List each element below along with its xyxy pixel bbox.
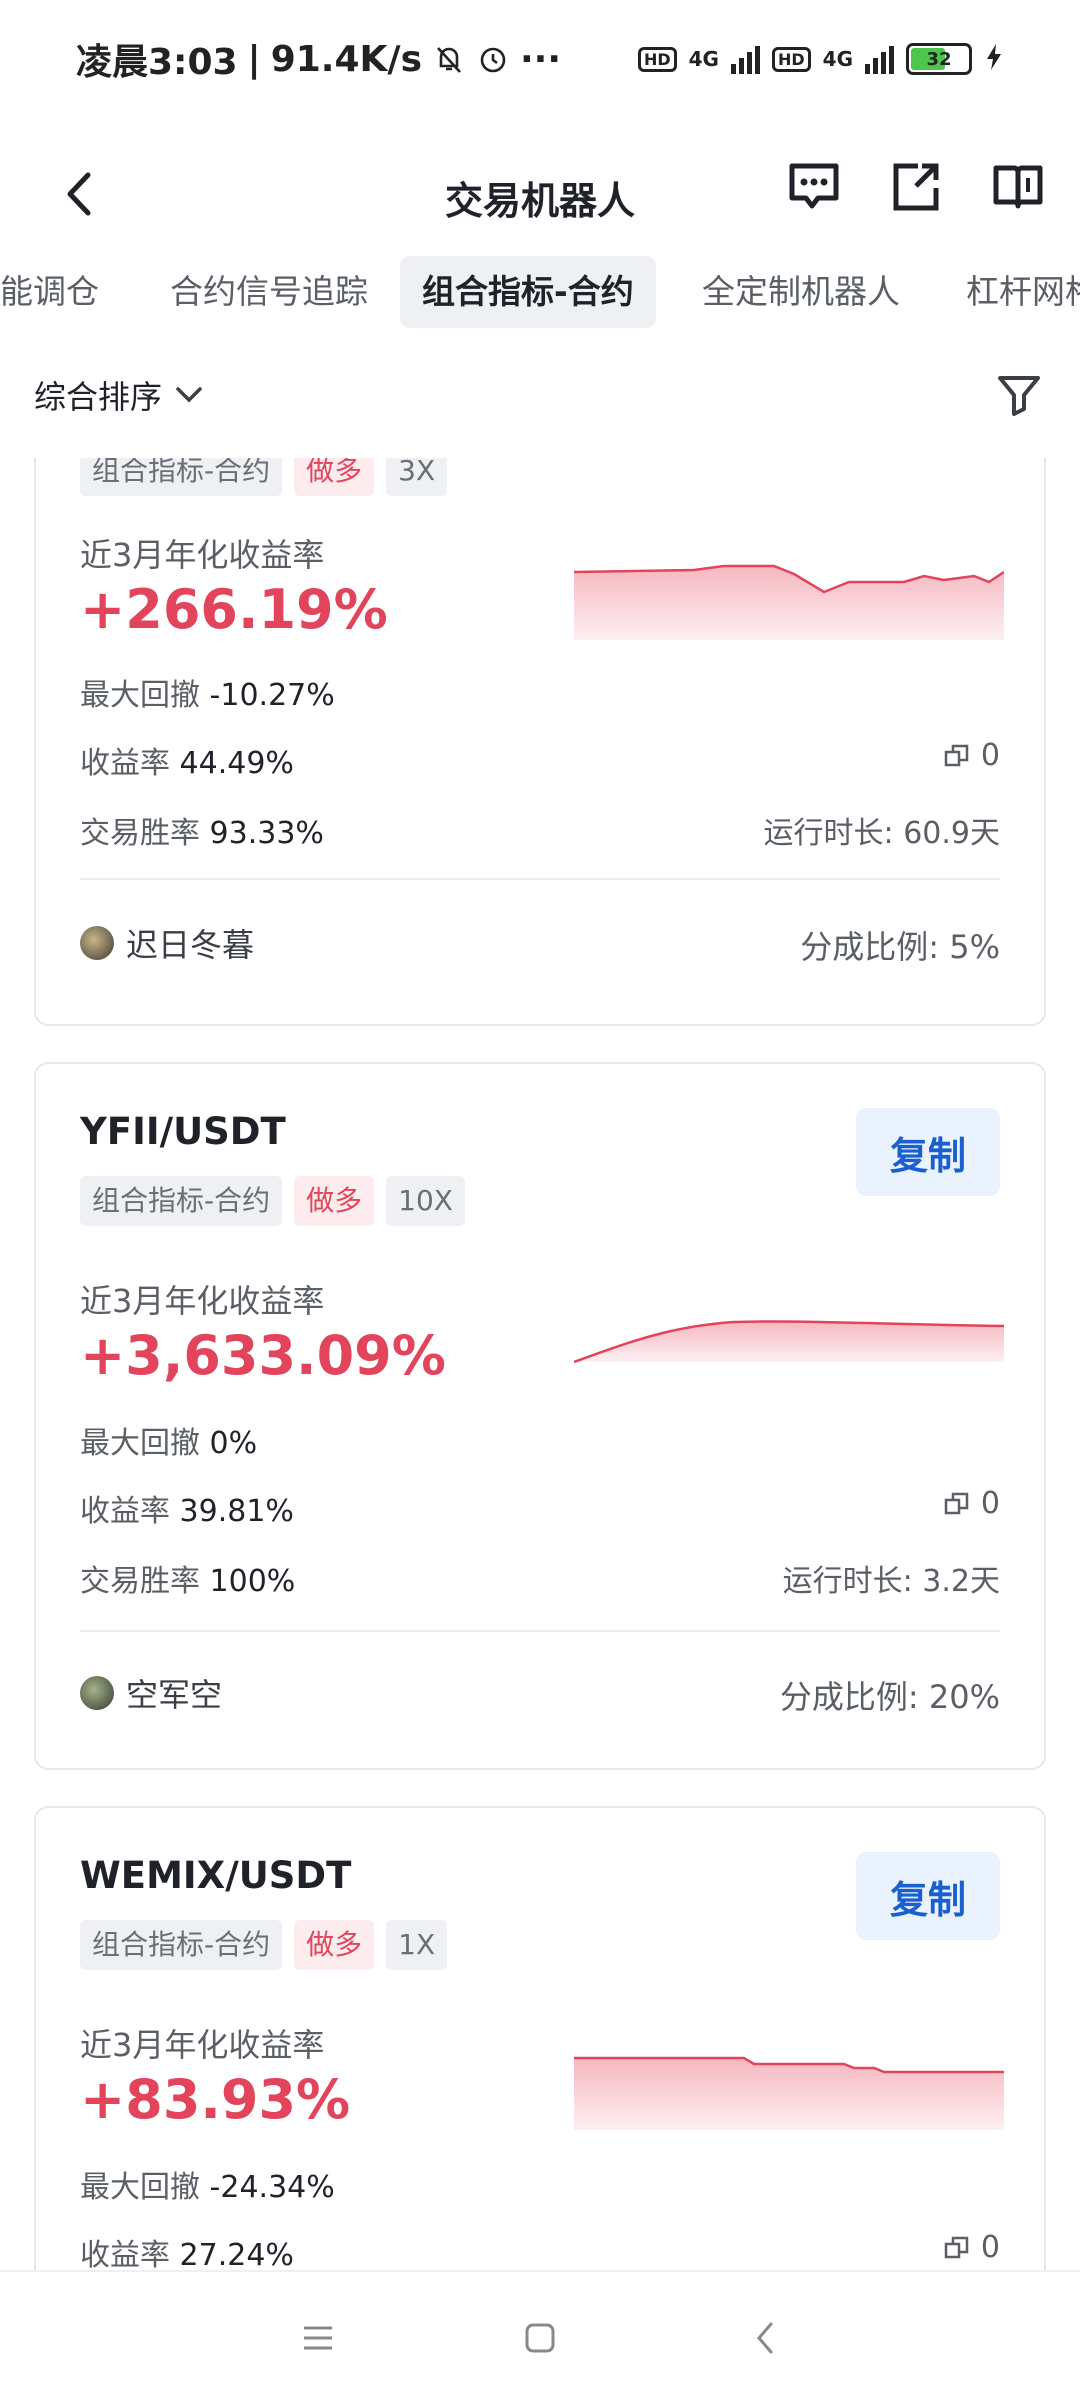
runtime: 运行时长: 60.9天 xyxy=(763,816,1000,851)
avatar xyxy=(80,926,114,960)
win-rate: 交易胜率 93.33% xyxy=(80,816,324,851)
copy-button[interactable]: 复制 xyxy=(856,1108,1000,1196)
more-icon: ··· xyxy=(520,38,562,80)
trading-pair: YFII/USDT xyxy=(80,1110,286,1153)
performance-sparkline xyxy=(574,2056,1004,2130)
performance-sparkline xyxy=(574,564,1004,640)
home-icon[interactable] xyxy=(510,2308,570,2368)
mute-bell-icon xyxy=(432,42,466,76)
owner[interactable]: 空军空 xyxy=(80,1670,222,1716)
status-bar: 凌晨3:03 | 91.4K/s ··· HD 4G HD 4G 32 xyxy=(0,0,1080,118)
system-nav-bar xyxy=(0,2270,1080,2400)
tab-smart-rebalance[interactable]: 能调仓 xyxy=(0,256,121,328)
guide-book-button[interactable] xyxy=(986,154,1050,218)
hd-icon-2: HD xyxy=(771,46,811,72)
yield-rate: 收益率 39.81% xyxy=(80,1494,294,1529)
network-label-2: 4G xyxy=(822,47,853,71)
alarm-icon xyxy=(476,42,510,76)
max-drawdown: 最大回撤 -10.27% xyxy=(80,678,335,713)
charging-icon xyxy=(984,42,1004,77)
rate-label: 近3月年化收益率 xyxy=(80,1282,325,1320)
status-time: 凌晨3:03 xyxy=(76,42,238,83)
bot-card[interactable]: YFII/USDT 复制 组合指标-合约 做多 10X 近3月年化收益率 +3,… xyxy=(34,1062,1046,1770)
copy-count-icon xyxy=(944,1492,969,1514)
tag-direction: 做多 xyxy=(294,458,375,496)
copy-count: 0 xyxy=(943,2230,1000,2265)
bot-card[interactable]: 组合指标-合约 做多 3X 近3月年化收益率 +266.19% 最大回撤 -10… xyxy=(34,458,1046,1026)
menu-icon[interactable] xyxy=(288,2308,348,2368)
performance-sparkline xyxy=(574,1320,1004,1364)
owner-name: 迟日冬暮 xyxy=(126,926,255,964)
sort-dropdown[interactable]: 综合排序 xyxy=(34,372,162,418)
bot-card[interactable]: WEMIX/USDT 复制 组合指标-合约 做多 1X 近3月年化收益率 +83… xyxy=(34,1806,1046,2270)
trading-pair: WEMIX/USDT xyxy=(80,1854,352,1897)
yield-rate: 收益率 44.49% xyxy=(80,746,294,781)
tag-row: 组合指标-合约 做多 3X xyxy=(80,458,448,496)
tag-strategy: 组合指标-合约 xyxy=(80,1920,283,1970)
yield-rate: 收益率 27.24% xyxy=(80,2238,294,2270)
owner-name: 空军空 xyxy=(126,1676,223,1714)
tag-row: 组合指标-合约 做多 10X xyxy=(80,1176,465,1226)
tag-direction: 做多 xyxy=(294,1176,375,1226)
tab-combo-indicator-contract[interactable]: 组合指标-合约 xyxy=(400,256,656,328)
bot-list: 组合指标-合约 做多 3X 近3月年化收益率 +266.19% 最大回撤 -10… xyxy=(0,458,1080,2270)
tab-contract-signal[interactable]: 合约信号追踪 xyxy=(148,256,390,328)
rate-label: 近3月年化收益率 xyxy=(80,536,325,574)
signal-icon-2 xyxy=(865,44,894,74)
filter-icon[interactable] xyxy=(994,370,1044,420)
tag-row: 组合指标-合约 做多 1X xyxy=(80,1920,448,1970)
runtime: 运行时长: 3.2天 xyxy=(782,1564,1000,1599)
tag-strategy: 组合指标-合约 xyxy=(80,458,283,496)
tag-leverage: 1X xyxy=(386,1920,448,1970)
back-nav-icon[interactable] xyxy=(736,2308,796,2368)
divider xyxy=(80,878,1000,880)
copy-count-icon xyxy=(944,2236,969,2258)
max-drawdown: 最大回撤 -24.34% xyxy=(80,2170,335,2205)
copy-count: 0 xyxy=(943,738,1000,773)
sort-bar: 综合排序 xyxy=(0,360,1080,430)
share-button[interactable] xyxy=(884,154,948,218)
tag-leverage: 10X xyxy=(386,1176,465,1226)
tab-fully-custom-bot[interactable]: 全定制机器人 xyxy=(680,256,922,328)
tag-leverage: 3X xyxy=(386,458,448,496)
profit-share: 分成比例: 20% xyxy=(779,1678,1000,1716)
chat-button[interactable] xyxy=(782,154,846,218)
annual-rate: +3,633.09% xyxy=(80,1324,446,1387)
profit-share: 分成比例: 5% xyxy=(800,928,1000,966)
hd-icon: HD xyxy=(637,46,677,72)
copy-count-icon xyxy=(944,744,969,766)
network-label: 4G xyxy=(688,47,719,71)
status-speed: 91.4K/s xyxy=(270,38,422,80)
signal-icon xyxy=(730,44,760,74)
copy-count: 0 xyxy=(943,1486,1000,1521)
app-header: 交易机器人 xyxy=(0,118,1080,268)
copy-button[interactable]: 复制 xyxy=(856,1852,1000,1940)
strategy-tabs: 能调仓 合约信号追踪 组合指标-合约 全定制机器人 杠杆网格 xyxy=(0,250,1080,334)
battery-icon: 32 xyxy=(906,43,972,75)
avatar xyxy=(80,1676,114,1710)
max-drawdown: 最大回撤 0% xyxy=(80,1426,258,1461)
back-button[interactable] xyxy=(40,154,120,234)
tag-direction: 做多 xyxy=(294,1920,375,1970)
tab-leverage-grid[interactable]: 杠杆网格 xyxy=(944,256,1080,328)
annual-rate: +266.19% xyxy=(80,578,388,641)
chevron-down-icon[interactable] xyxy=(174,385,204,405)
rate-label: 近3月年化收益率 xyxy=(80,2026,325,2064)
win-rate: 交易胜率 100% xyxy=(80,1564,296,1599)
owner[interactable]: 迟日冬暮 xyxy=(80,920,254,966)
divider xyxy=(80,1630,1000,1632)
annual-rate: +83.93% xyxy=(80,2068,351,2131)
tag-strategy: 组合指标-合约 xyxy=(80,1176,283,1226)
